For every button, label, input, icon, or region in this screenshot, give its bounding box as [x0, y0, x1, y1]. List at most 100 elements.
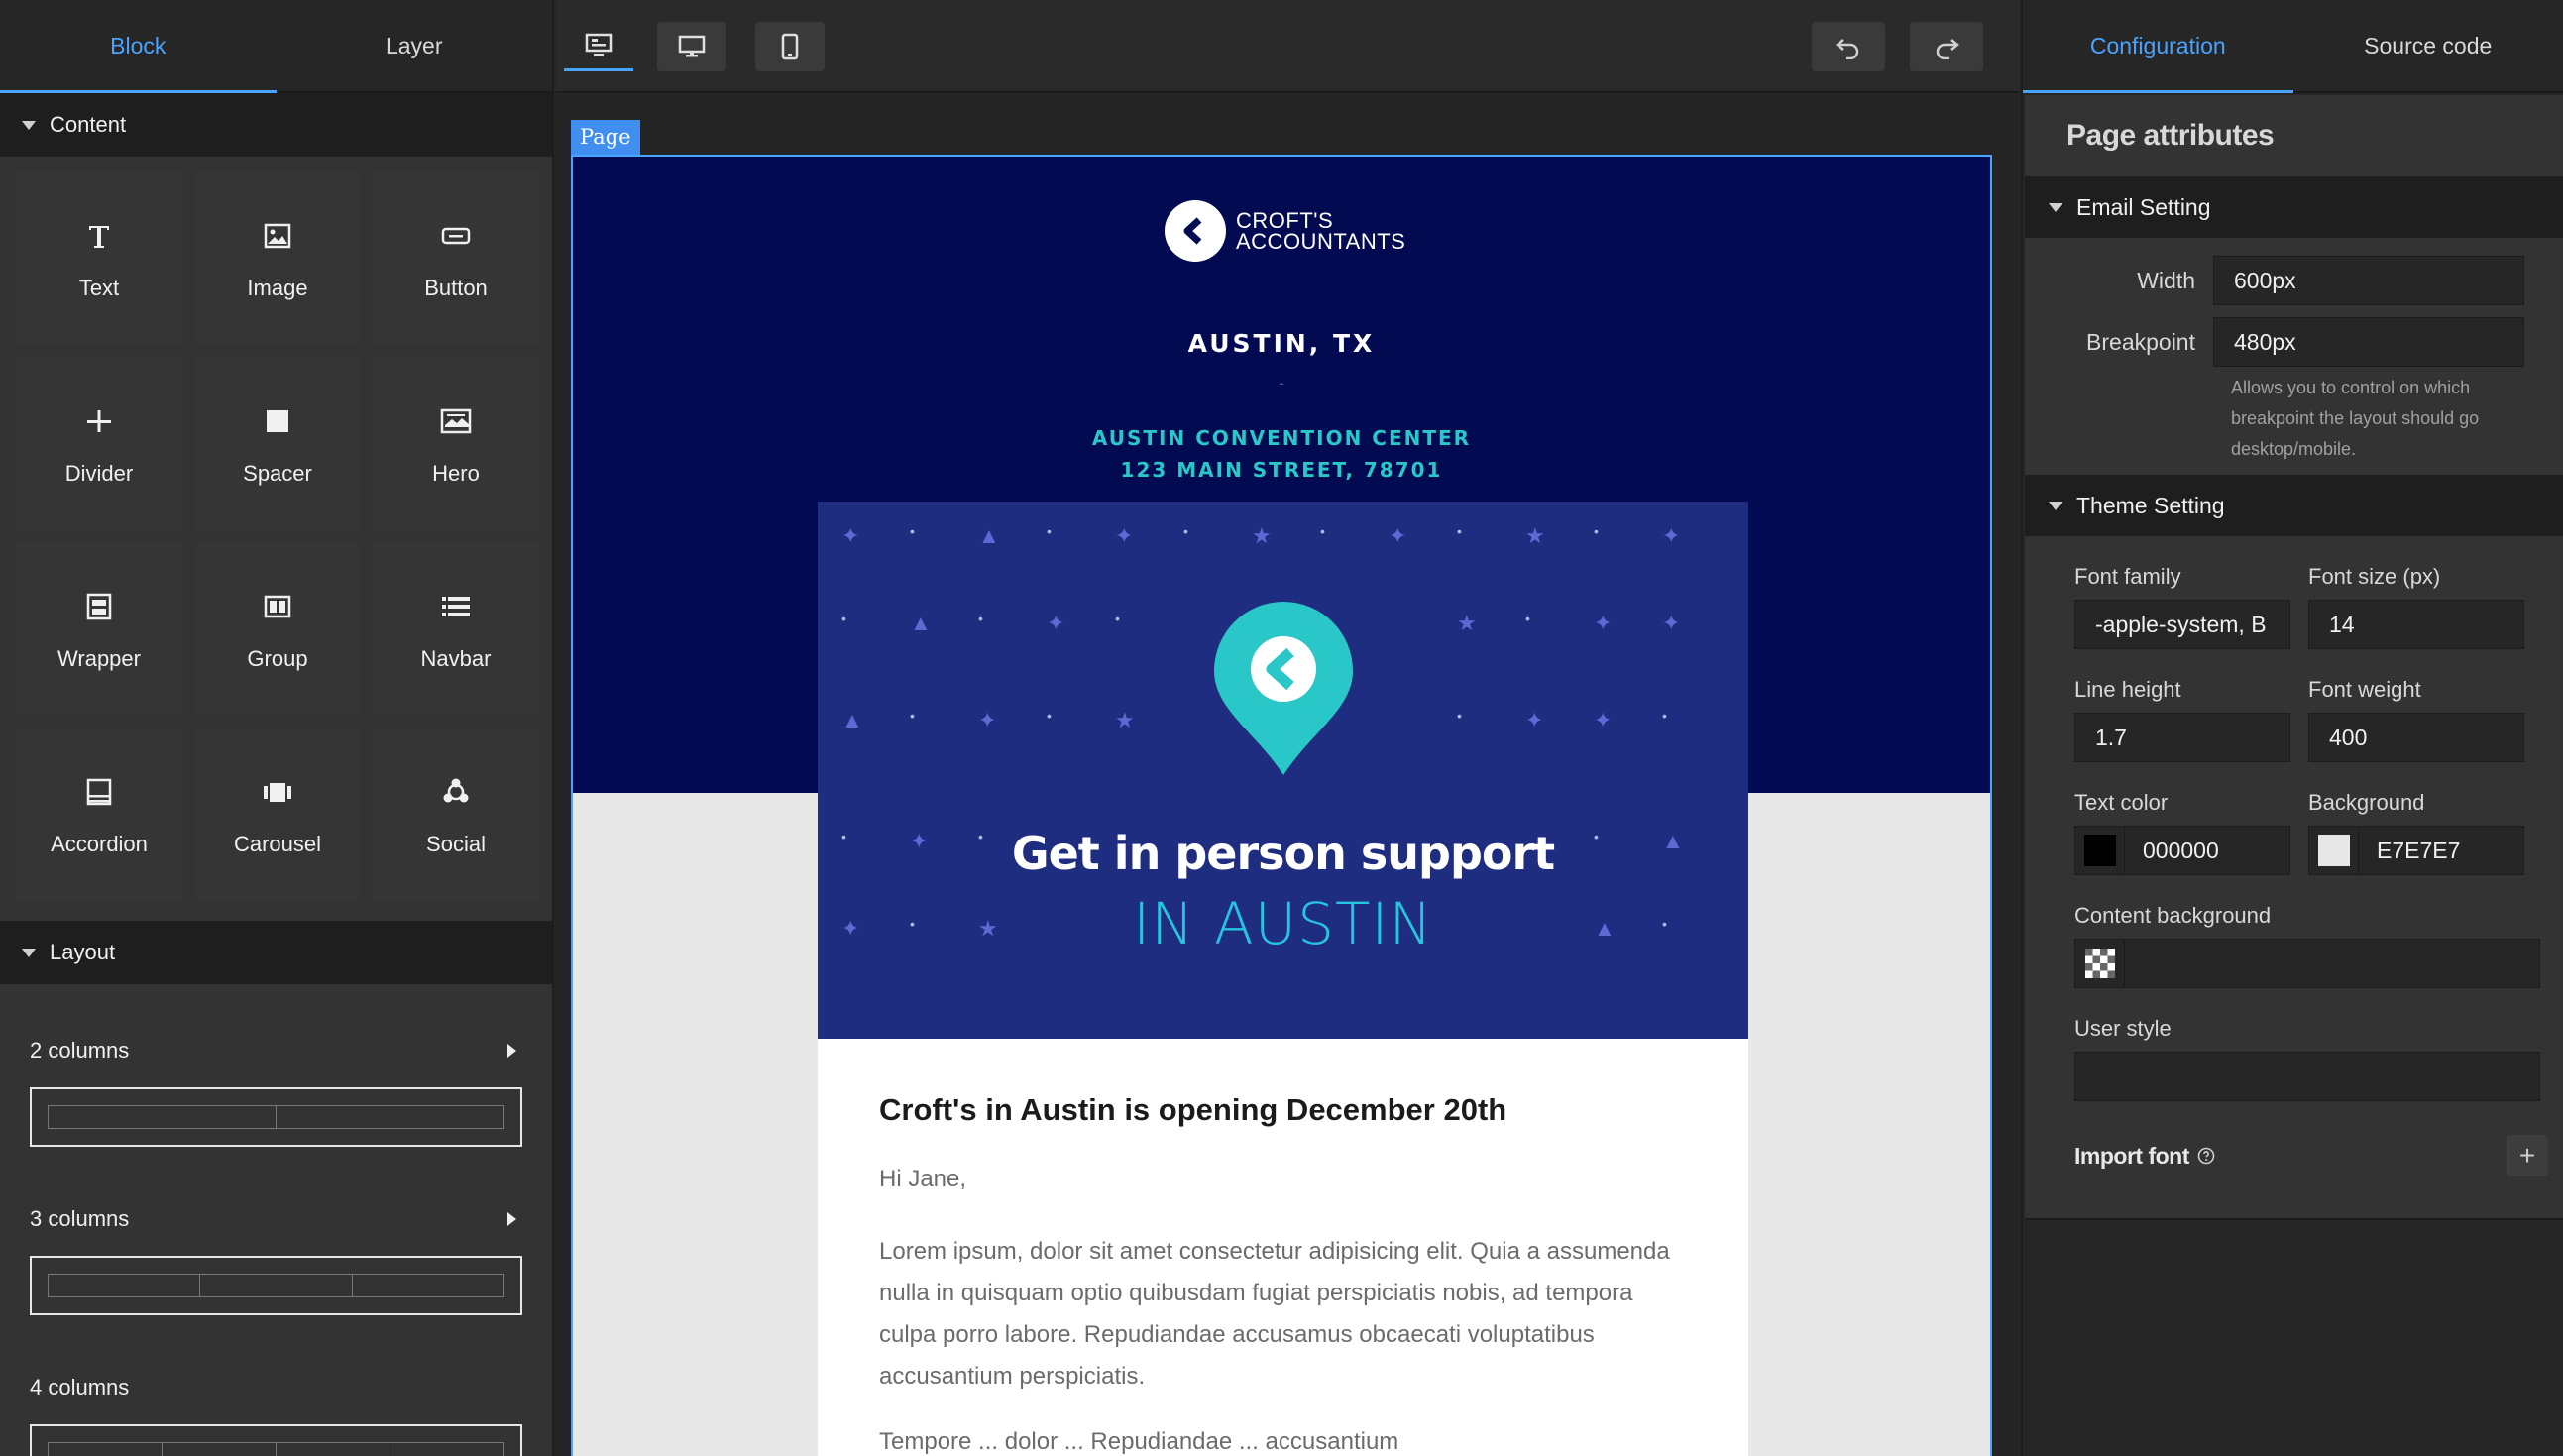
tab-source-code[interactable]: Source code: [2293, 0, 2563, 91]
block-label: Divider: [64, 460, 134, 486]
text-color-input[interactable]: 000000: [2074, 826, 2290, 875]
import-font-label: Import font: [2074, 1142, 2189, 1169]
page-tag[interactable]: Page: [571, 120, 640, 155]
divider-icon: [79, 401, 119, 441]
pattern-mark: •: [910, 523, 915, 539]
mobile-icon: [781, 33, 799, 60]
breakpoint-label: Breakpoint: [2086, 328, 2195, 355]
help-icon[interactable]: [2197, 1147, 2215, 1165]
separator-dash: -: [1279, 373, 1284, 392]
block-image[interactable]: Image: [194, 171, 361, 345]
layout-4-columns[interactable]: 4 columns: [30, 1321, 522, 1456]
layout-label: 3 columns: [30, 1206, 130, 1231]
text-color-swatch[interactable]: [2083, 835, 2116, 866]
tab-block[interactable]: Block: [0, 0, 277, 93]
add-font-button[interactable]: +: [2507, 1135, 2548, 1176]
font-weight-input[interactable]: 400: [2308, 713, 2524, 762]
background-color-input[interactable]: E7E7E7: [2308, 826, 2524, 875]
pattern-mark: •: [1594, 523, 1599, 539]
block-spacer[interactable]: Spacer: [194, 357, 361, 530]
redo-button[interactable]: [1910, 22, 1983, 71]
text-color-label: Text color: [2074, 790, 2169, 815]
pattern-mark: ★: [1457, 611, 1477, 635]
transparent-swatch[interactable]: [2075, 940, 2125, 987]
undo-button[interactable]: [1812, 22, 1885, 71]
caret-down-icon: [22, 120, 36, 130]
desktop-icon: [678, 35, 706, 57]
pattern-mark: •: [1047, 708, 1052, 724]
block-wrapper[interactable]: Wrapper: [16, 542, 182, 716]
city-heading: AUSTIN, TX: [1187, 329, 1376, 358]
content-card[interactable]: Croft's in Austin is opening December 20…: [818, 1039, 1748, 1456]
content-section-header[interactable]: Content: [0, 93, 552, 157]
image-icon: [258, 216, 297, 256]
chevron-right-icon[interactable]: [507, 1212, 516, 1226]
preview-button[interactable]: [564, 22, 633, 71]
font-size-input[interactable]: 14: [2308, 600, 2524, 649]
block-button[interactable]: Button: [373, 171, 539, 345]
layout-3-columns[interactable]: 3 columns: [30, 1153, 522, 1321]
page-attributes-title: Page attributes: [2066, 119, 2275, 152]
theme-setting-header[interactable]: Theme Setting: [2025, 475, 2563, 536]
block-label: Image: [247, 275, 308, 300]
block-divider[interactable]: Divider: [16, 357, 182, 530]
font-family-input[interactable]: -apple-system, B: [2074, 600, 2290, 649]
block-navbar[interactable]: Navbar: [373, 542, 539, 716]
pattern-mark: •: [1525, 611, 1530, 626]
text-icon: [79, 216, 119, 256]
pattern-mark: ▲: [910, 611, 932, 635]
import-font-row: Import font +: [2074, 1135, 2548, 1176]
layout-list: 2 columns 3 columns 4 columns: [0, 984, 552, 1456]
caret-down-icon: [22, 948, 36, 957]
background-color-value[interactable]: E7E7E7: [2359, 827, 2523, 874]
social-icon: [436, 772, 476, 812]
text-color-value[interactable]: 000000: [2125, 827, 2289, 874]
layout-preview[interactable]: [30, 1424, 522, 1456]
block-social[interactable]: Social: [373, 728, 539, 901]
layout-section-header[interactable]: Layout: [0, 921, 552, 984]
breakpoint-input[interactable]: 480px: [2213, 317, 2524, 367]
layout-preview[interactable]: [30, 1256, 522, 1315]
caret-down-icon: [2049, 501, 2062, 510]
hero-banner[interactable]: ✦ • ▲ • ✦ • ★ • ✦ • ★ • ✦ • ▲ • ✦ • ★ • ✦ ✦ ▲ • ✦ • ★ • ✦ ✦ • • ✦ • • ▲ ✦ • ★ ▲…: [818, 502, 1748, 1039]
pattern-mark: ★: [1115, 708, 1135, 732]
tab-configuration[interactable]: Configuration: [2023, 0, 2293, 93]
block-label: Group: [247, 645, 308, 671]
block-text[interactable]: Text: [16, 171, 182, 345]
line-height-input[interactable]: 1.7: [2074, 713, 2290, 762]
content-background-input[interactable]: [2074, 939, 2540, 988]
email-setting-header[interactable]: Email Setting: [2025, 176, 2563, 238]
layout-2-columns[interactable]: 2 columns: [30, 984, 522, 1153]
block-label: Wrapper: [57, 645, 141, 671]
mobile-view-button[interactable]: [755, 22, 825, 71]
layout-preview[interactable]: [30, 1087, 522, 1147]
block-group[interactable]: Group: [194, 542, 361, 716]
email-editor-app: Block Layer Content Text Image Button Di…: [0, 0, 2563, 1456]
email-page[interactable]: CROFT'S ACCOUNTANTS AUSTIN, TX - AUSTIN …: [571, 155, 1992, 1456]
desktop-view-button[interactable]: [657, 22, 726, 71]
block-hero[interactable]: Hero: [373, 357, 539, 530]
tab-layer[interactable]: Layer: [277, 0, 553, 91]
logo-chevron-icon: [1165, 200, 1226, 262]
body-text: Lorem ipsum, dolor sit amet consectetur …: [879, 1238, 1670, 1390]
pattern-mark: ✦: [1662, 523, 1681, 548]
layout-label: 2 columns: [30, 1038, 130, 1063]
user-style-label: User style: [2074, 1016, 2172, 1041]
block-label: Accordion: [51, 831, 148, 856]
block-accordion[interactable]: Accordion: [16, 728, 182, 901]
background-color-swatch[interactable]: [2317, 835, 2350, 866]
chevron-right-icon[interactable]: [507, 1044, 516, 1058]
right-tabs: Configuration Source code: [2023, 0, 2563, 93]
button-icon: [436, 216, 476, 256]
greeting-text: Hi Jane,: [879, 1166, 967, 1192]
user-style-textarea[interactable]: [2074, 1052, 2540, 1101]
width-input[interactable]: 600px: [2213, 256, 2524, 305]
font-weight-label: Font weight: [2308, 677, 2421, 702]
content-section-title: Content: [50, 112, 127, 137]
pattern-mark: •: [978, 611, 983, 626]
accordion-icon: [79, 772, 119, 812]
block-carousel[interactable]: Carousel: [194, 728, 361, 901]
body-text-continued: Tempore ... dolor ... Repudiandae ... ac…: [879, 1428, 1399, 1455]
block-label: Hero: [432, 460, 480, 486]
theme-setting-title: Theme Setting: [2076, 492, 2225, 518]
